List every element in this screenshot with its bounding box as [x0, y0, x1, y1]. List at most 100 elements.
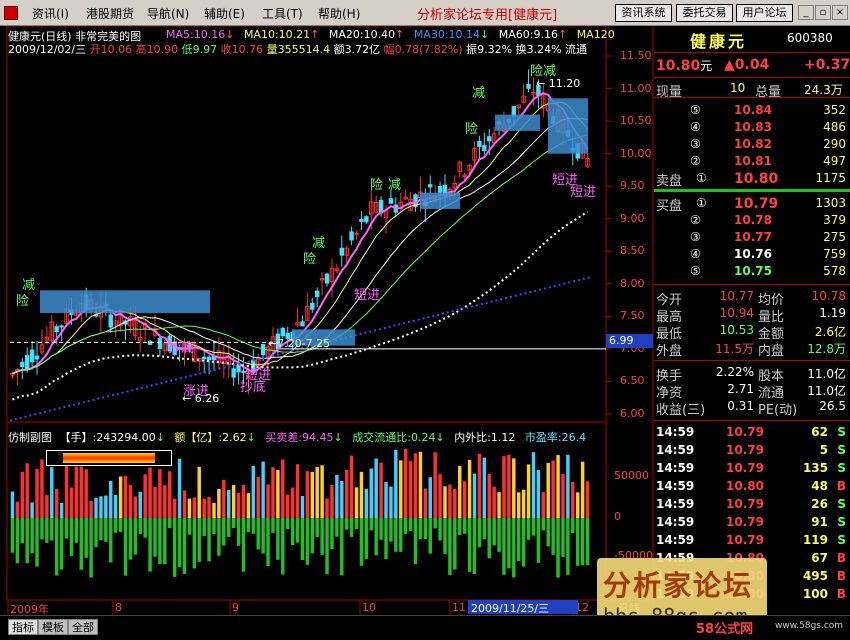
volume-bar	[246, 493, 251, 518]
ma10-label: MA10:10.21	[243, 28, 311, 41]
volume-bar	[74, 466, 79, 518]
stat-value: 2.22%	[715, 365, 754, 379]
flow-bar	[143, 518, 147, 538]
volume-bar	[187, 498, 192, 518]
volume-bar	[89, 501, 93, 518]
volume-bar	[40, 459, 44, 518]
sub-progress-fill	[63, 453, 155, 463]
book-bottom-divider	[654, 284, 850, 285]
menu-info[interactable]: 资讯(I)	[32, 5, 69, 22]
volume-tick: 50000	[614, 469, 649, 482]
high-price-label: ← 11.20	[536, 77, 581, 90]
stock-code: 600380	[787, 31, 833, 45]
volume-bar	[143, 474, 147, 518]
price-tick: 8.50	[620, 244, 645, 258]
flow-bar	[217, 518, 221, 556]
volume-bar	[79, 466, 83, 518]
volume-bar	[394, 449, 398, 518]
flow-bar	[394, 518, 398, 552]
volume-bar	[192, 497, 197, 518]
info-flow: 流通	[565, 43, 588, 56]
signal-label: 险	[16, 294, 30, 309]
sell-price: 10.84	[734, 103, 772, 117]
flow-bar	[354, 518, 359, 530]
volume-tick: 0	[614, 510, 621, 523]
price-tick: 7.50	[620, 309, 645, 323]
volume-bar	[374, 458, 378, 518]
menu-help[interactable]: 帮助(H)	[318, 5, 360, 22]
sub-bid-ask: 买卖差:94.45	[265, 431, 334, 444]
volume-bar	[507, 454, 511, 518]
candle-body	[487, 136, 492, 142]
flow-bar	[158, 518, 162, 565]
flow-bar	[266, 518, 270, 567]
volume-bar	[251, 465, 256, 518]
tick-volume: 119	[802, 533, 828, 547]
flow-bar	[25, 518, 29, 564]
volume-bar	[492, 486, 496, 518]
trade-button[interactable]: 委托交易	[676, 4, 733, 22]
flow-bar	[192, 518, 197, 569]
signal-label: 抄底	[168, 341, 195, 356]
flow-bar	[403, 518, 408, 534]
stat-value: 11.5万	[715, 342, 754, 356]
volume-bar	[531, 452, 536, 518]
sub-chart-title: 仿制副图	[8, 431, 52, 444]
candle-body	[428, 184, 433, 188]
flow-bar	[453, 518, 457, 570]
menu-navigate[interactable]: 导航(N)	[147, 5, 189, 22]
candle-body	[349, 231, 354, 241]
ma5-label: MA5:10.16	[166, 28, 226, 41]
stats-divider	[654, 360, 850, 361]
flow-bar	[285, 518, 290, 530]
forum-stock-tag: [健康元]	[508, 8, 558, 23]
volume-bar	[212, 502, 216, 518]
signal-label: 短进	[354, 288, 381, 303]
tick-direction: B	[836, 479, 846, 493]
volume-bar	[487, 473, 491, 518]
flow-bar	[128, 518, 133, 560]
flow-bar	[40, 518, 44, 540]
volume-bar	[399, 460, 403, 518]
menu-hk-futures[interactable]: 港股期货	[86, 5, 134, 22]
forum-banner: 分析家论坛专用[健康元]	[417, 4, 557, 23]
menu-assist[interactable]: 辅助(E)	[204, 5, 245, 22]
volume-bar	[138, 491, 142, 518]
volume-bar	[418, 451, 423, 518]
sell-volume: 497	[823, 154, 846, 168]
flow-bar	[428, 518, 432, 554]
buy-volume: 379	[823, 213, 846, 227]
price-tick: 10.00	[620, 146, 652, 160]
info-system-button[interactable]: 资讯系统	[615, 4, 672, 22]
volume-bar	[271, 467, 275, 518]
menu-tools[interactable]: 工具(T)	[262, 5, 303, 22]
tick-price: 10.79	[726, 515, 764, 529]
candle-body	[24, 355, 30, 370]
tab-all[interactable]: 全部	[68, 619, 98, 635]
flow-bar	[556, 518, 560, 578]
price-unit: 元	[700, 59, 713, 73]
app-logo-icon	[4, 6, 18, 20]
tab-indicator[interactable]: 指标	[8, 619, 38, 635]
sell-level: ⑤	[690, 103, 701, 117]
flow-bar	[236, 518, 241, 546]
tick-time: 14:59	[656, 479, 695, 493]
tick-price: 10.80	[726, 479, 764, 493]
flow-bar	[526, 518, 531, 540]
volume-bar	[64, 458, 69, 518]
restore-icon[interactable]: ▫	[815, 5, 831, 20]
volume-bar	[566, 454, 570, 518]
flow-bar	[222, 518, 226, 546]
minimize-icon[interactable]: _	[798, 5, 814, 20]
user-forum-button[interactable]: 用户论坛	[736, 4, 793, 22]
volume-bar	[20, 471, 25, 518]
volume-bar	[325, 498, 329, 518]
volume-bar	[305, 471, 310, 518]
tab-template[interactable]: 模板	[38, 619, 68, 635]
close-icon[interactable]: ×	[832, 5, 848, 20]
buy-level: ①	[696, 196, 707, 210]
candle-body	[201, 356, 207, 360]
signal-label: 减	[388, 178, 402, 193]
flow-bar	[399, 518, 403, 552]
flow-bar	[472, 518, 477, 575]
